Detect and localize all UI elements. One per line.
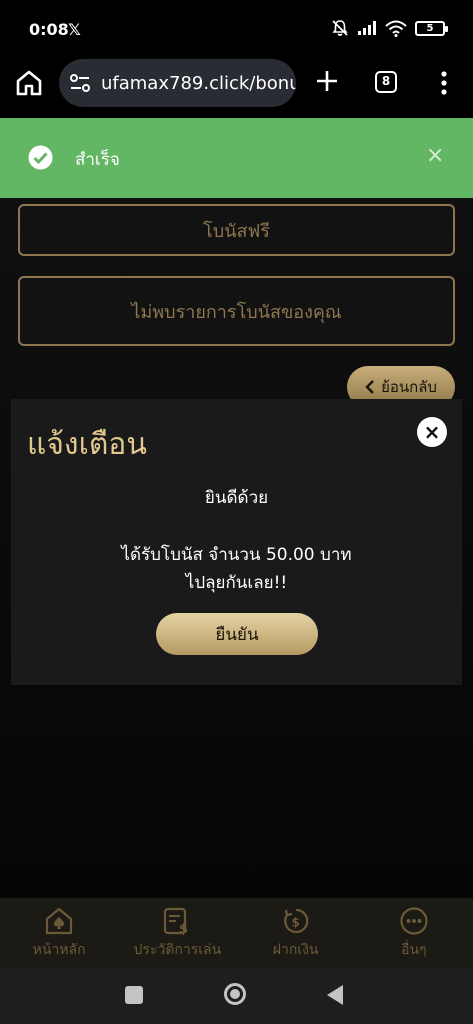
no-bonus-message: ไม่พบรายการโบนัสของคุณ [18, 276, 455, 346]
url-text: ufamax789.click/bonu [101, 72, 296, 94]
confirm-button[interactable]: ยืนยัน [156, 613, 318, 655]
check-circle-icon [28, 145, 53, 170]
nav-item-history[interactable]: $ ประวัติการเล่น [118, 898, 236, 968]
back-button-label: ย้อนกลับ [381, 378, 437, 396]
system-nav-bar [0, 968, 473, 1024]
signal-icon [358, 21, 376, 35]
battery-icon: 5 [415, 20, 448, 36]
svg-text:$: $ [291, 915, 299, 929]
alert-dialog: แจ้งเตือน × ยินดีด้วย ได้รับโบนัส จำนวน … [11, 399, 462, 685]
new-tab-icon[interactable] [314, 68, 340, 94]
nav-item-more[interactable]: อื่นๆ [355, 898, 473, 968]
nav-label-home: หน้าหลัก [32, 941, 86, 958]
dialog-title: แจ้งเตือน [27, 427, 147, 462]
free-bonus-tab[interactable]: โบนัสฟรี [18, 204, 455, 256]
deposit-icon: $ [283, 908, 308, 933]
toast-message: สำเร็จ [75, 150, 120, 170]
more-icon [400, 906, 428, 935]
status-bar: 0:08 𝕏 5 [0, 0, 473, 58]
home-icon[interactable] [14, 68, 44, 98]
chevron-left-icon [365, 380, 374, 394]
dialog-message-line2: ไปลุยกันเลย!! [185, 573, 288, 593]
recents-icon[interactable] [125, 986, 143, 1004]
home-spade-icon [46, 907, 73, 934]
nav-label-history: ประวัติการเล่น [133, 941, 222, 958]
dialog-heading: ยินดีด้วย [204, 488, 269, 508]
history-icon: $ [164, 907, 188, 936]
nav-item-deposit[interactable]: $ ฝากเงิน [237, 898, 355, 968]
site-settings-icon[interactable] [69, 72, 91, 94]
more-vert-icon[interactable] [434, 70, 454, 96]
x-app-icon: 𝕏 [68, 20, 81, 39]
dialog-message-line1: ได้รับโบนัส จำนวน 50.00 บาท [121, 545, 352, 565]
bell-muted-icon [332, 20, 348, 36]
address-bar[interactable]: ufamax789.click/bonu [59, 59, 296, 107]
tab-switcher-button[interactable]: 8 [375, 71, 397, 93]
wifi-icon [385, 20, 407, 37]
nav-label-more: อื่นๆ [401, 941, 427, 958]
bottom-nav: หน้าหลัก $ ประวัติการเล่น $ ฝากเงิน อื่น… [0, 898, 473, 968]
back-system-icon[interactable] [327, 985, 343, 1005]
dialog-close-icon[interactable]: × [417, 417, 447, 447]
nav-item-home[interactable]: หน้าหลัก [0, 898, 118, 968]
status-time: 0:08 [29, 20, 69, 39]
toast-close-icon[interactable]: × [426, 143, 444, 168]
success-toast: สำเร็จ × [0, 118, 473, 198]
svg-text:$: $ [179, 922, 188, 936]
nav-label-deposit: ฝากเงิน [272, 941, 319, 958]
home-system-icon[interactable] [224, 983, 246, 1005]
status-icons: 5 [331, 19, 448, 37]
browser-toolbar: ufamax789.click/bonu 8 [0, 58, 473, 118]
